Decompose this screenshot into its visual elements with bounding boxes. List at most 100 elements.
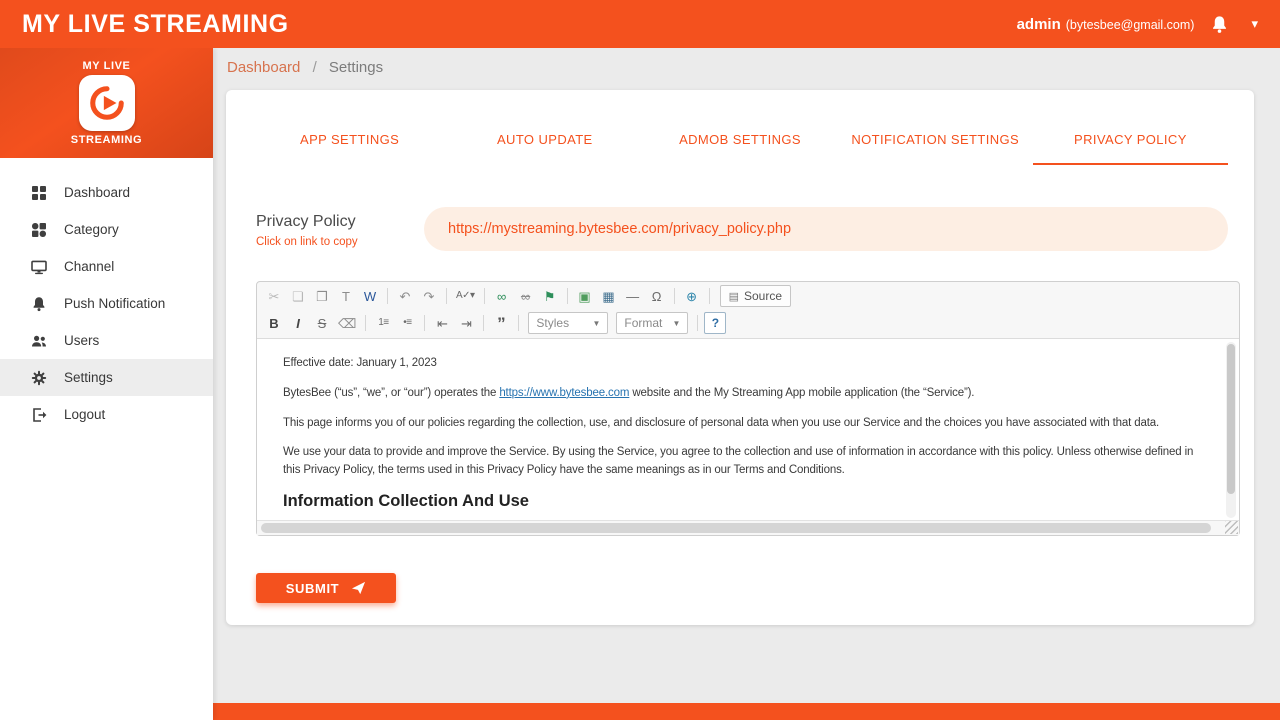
numbered-list-button[interactable]: 1≡ bbox=[372, 312, 394, 334]
sidebar-menu: Dashboard Category Channel Push Notifica… bbox=[0, 158, 213, 433]
sidebar-item-channel[interactable]: Channel bbox=[0, 248, 213, 285]
paste-button[interactable]: ❐ bbox=[311, 285, 333, 307]
styles-dropdown[interactable]: Styles ▼ bbox=[528, 312, 609, 334]
logo-text-top: MY LIVE bbox=[82, 60, 131, 72]
bold-button[interactable]: B bbox=[263, 312, 285, 334]
tab-notification-settings[interactable]: NOTIFICATION SETTINGS bbox=[838, 120, 1033, 165]
paragraph-text: website and the My Streaming App mobile … bbox=[629, 386, 975, 399]
horizontal-scrollbar[interactable] bbox=[257, 520, 1239, 535]
chevron-down-icon: ▼ bbox=[592, 318, 601, 328]
app-title: MY LIVE STREAMING bbox=[22, 9, 289, 38]
toolbar-separator bbox=[483, 315, 485, 331]
scrollbar-thumb[interactable] bbox=[261, 523, 1211, 533]
format-dropdown[interactable]: Format ▼ bbox=[616, 312, 689, 334]
editor-heading: Information Collection And Use bbox=[283, 492, 529, 511]
tab-app-settings[interactable]: APP SETTINGS bbox=[252, 120, 447, 165]
sidebar-item-label: Channel bbox=[64, 259, 115, 274]
vertical-scrollbar[interactable] bbox=[1226, 342, 1236, 518]
undo-button[interactable]: ↶ bbox=[394, 285, 416, 307]
spellcheck-button[interactable]: A✓▾ bbox=[453, 285, 478, 307]
toolbar-separator bbox=[446, 288, 447, 304]
sidebar-item-logout[interactable]: Logout bbox=[0, 396, 213, 433]
toolbar-separator bbox=[365, 315, 367, 331]
category-icon bbox=[30, 222, 47, 238]
editor-paragraph: This page informs you of our policies re… bbox=[283, 416, 1160, 429]
privacy-policy-url[interactable]: https://mystreaming.bytesbee.com/privacy… bbox=[424, 207, 1228, 251]
notifications-bell-icon[interactable] bbox=[1210, 15, 1229, 34]
paste-word-button[interactable]: W bbox=[359, 285, 381, 307]
bytesbee-link[interactable]: https://www.bytesbee.com bbox=[499, 387, 629, 399]
iframe-button[interactable]: ⊕ bbox=[681, 285, 703, 307]
table-button[interactable]: ▦ bbox=[598, 285, 620, 307]
app-logo[interactable]: MY LIVE STREAMING bbox=[0, 48, 213, 158]
topbar: MY LIVE STREAMING admin (bytesbee@gmail.… bbox=[0, 0, 1280, 48]
scrollbar-thumb[interactable] bbox=[1227, 344, 1235, 494]
resize-grip[interactable] bbox=[1225, 521, 1238, 534]
chevron-down-icon: ▼ bbox=[672, 318, 681, 328]
about-button[interactable]: ? bbox=[704, 312, 727, 334]
submit-button[interactable]: SUBMIT bbox=[256, 573, 396, 603]
editor-paragraph: We use your data to provide and improve … bbox=[283, 446, 1194, 477]
sidebar-item-push-notification[interactable]: Push Notification bbox=[0, 285, 213, 322]
redo-button[interactable]: ↷ bbox=[418, 285, 440, 307]
sidebar-item-dashboard[interactable]: Dashboard bbox=[0, 174, 213, 211]
paste-text-button[interactable]: T bbox=[335, 285, 357, 307]
breadcrumb-current: Settings bbox=[328, 59, 384, 76]
horizontal-line-button[interactable]: ― bbox=[622, 285, 644, 307]
editor-paragraph: Effective date: January 1, 2023 bbox=[283, 357, 437, 369]
sidebar-item-label: Category bbox=[64, 222, 119, 237]
anchor-button[interactable]: ⚑ bbox=[539, 285, 561, 307]
tab-auto-update[interactable]: AUTO UPDATE bbox=[447, 120, 642, 165]
toolbar-separator bbox=[673, 288, 675, 304]
tab-privacy-policy[interactable]: PRIVACY POLICY bbox=[1032, 120, 1229, 165]
user-menu[interactable]: admin (bytesbee@gmail.com) bbox=[1017, 16, 1195, 33]
toolbar-separator bbox=[518, 315, 520, 331]
italic-button[interactable]: I bbox=[287, 312, 309, 334]
image-button[interactable]: ▣ bbox=[574, 285, 596, 307]
settings-card: APP SETTINGS AUTO UPDATE ADMOB SETTINGS … bbox=[226, 90, 1254, 625]
cut-button[interactable]: ✂ bbox=[263, 285, 285, 307]
monitor-icon bbox=[30, 259, 47, 275]
sidebar-item-label: Users bbox=[64, 333, 100, 348]
strikethrough-button[interactable]: S bbox=[311, 312, 333, 334]
privacy-field-label: Privacy Policy Click on link to copy bbox=[256, 207, 424, 248]
sidebar-item-users[interactable]: Users bbox=[0, 322, 213, 359]
copy-button[interactable]: ❏ bbox=[287, 285, 309, 307]
main-content: Dashboard / Settings APP SETTINGS AUTO U… bbox=[213, 48, 1280, 720]
blockquote-button[interactable]: ” bbox=[490, 312, 512, 334]
play-logo-icon bbox=[78, 75, 135, 131]
source-icon: ▤ bbox=[728, 290, 739, 303]
breadcrumb: Dashboard / Settings bbox=[227, 59, 383, 76]
topbar-right: admin (bytesbee@gmail.com) ▾ bbox=[1017, 15, 1258, 34]
sidebar: MY LIVE STREAMING Dashboard Category Cha… bbox=[0, 48, 213, 720]
unlink-button[interactable]: ∞ bbox=[515, 285, 537, 307]
username: admin bbox=[1016, 15, 1061, 33]
logo-text-bottom: STREAMING bbox=[70, 134, 143, 146]
remove-format-button[interactable]: ⌫ bbox=[335, 312, 359, 334]
rich-text-editor: ✂ ❏ ❐ T W ↶ ↷ A✓▾ ∞ ∞ ⚑ ▣ ▦ ― Ω ⊕ ▤ Sour… bbox=[256, 281, 1240, 536]
sidebar-item-label: Logout bbox=[64, 407, 106, 422]
breadcrumb-dashboard-link[interactable]: Dashboard bbox=[227, 59, 300, 76]
breadcrumb-separator: / bbox=[312, 59, 317, 76]
privacy-url-row: Privacy Policy Click on link to copy htt… bbox=[256, 207, 1228, 251]
editor-toolbar-row1: ✂ ❏ ❐ T W ↶ ↷ A✓▾ ∞ ∞ ⚑ ▣ ▦ ― Ω ⊕ ▤ Sour… bbox=[257, 282, 1239, 310]
outdent-button[interactable]: ⇤ bbox=[431, 312, 453, 334]
editor-content[interactable]: Effective date: January 1, 2023 BytesBee… bbox=[257, 338, 1239, 520]
indent-button[interactable]: ⇥ bbox=[455, 312, 477, 334]
copy-hint: Click on link to copy bbox=[256, 236, 358, 248]
users-icon bbox=[30, 333, 47, 349]
format-dropdown-label: Format bbox=[624, 316, 663, 330]
bell-icon bbox=[30, 296, 47, 312]
source-button[interactable]: ▤ Source bbox=[719, 285, 792, 307]
sidebar-item-settings[interactable]: Settings bbox=[0, 359, 213, 396]
sidebar-item-category[interactable]: Category bbox=[0, 211, 213, 248]
special-char-button[interactable]: Ω bbox=[646, 285, 668, 307]
link-button[interactable]: ∞ bbox=[491, 285, 513, 307]
editor-paragraph: BytesBee (“us”, “we”, or “our”) operates… bbox=[283, 385, 1195, 403]
caret-down-icon[interactable]: ▾ bbox=[1245, 16, 1258, 32]
bullet-list-button[interactable]: •≡ bbox=[396, 312, 418, 334]
user-email: (bytesbee@gmail.com) bbox=[1065, 17, 1195, 32]
toolbar-separator bbox=[387, 288, 388, 304]
gear-icon bbox=[30, 370, 47, 386]
tab-admob-settings[interactable]: ADMOB SETTINGS bbox=[642, 120, 837, 165]
